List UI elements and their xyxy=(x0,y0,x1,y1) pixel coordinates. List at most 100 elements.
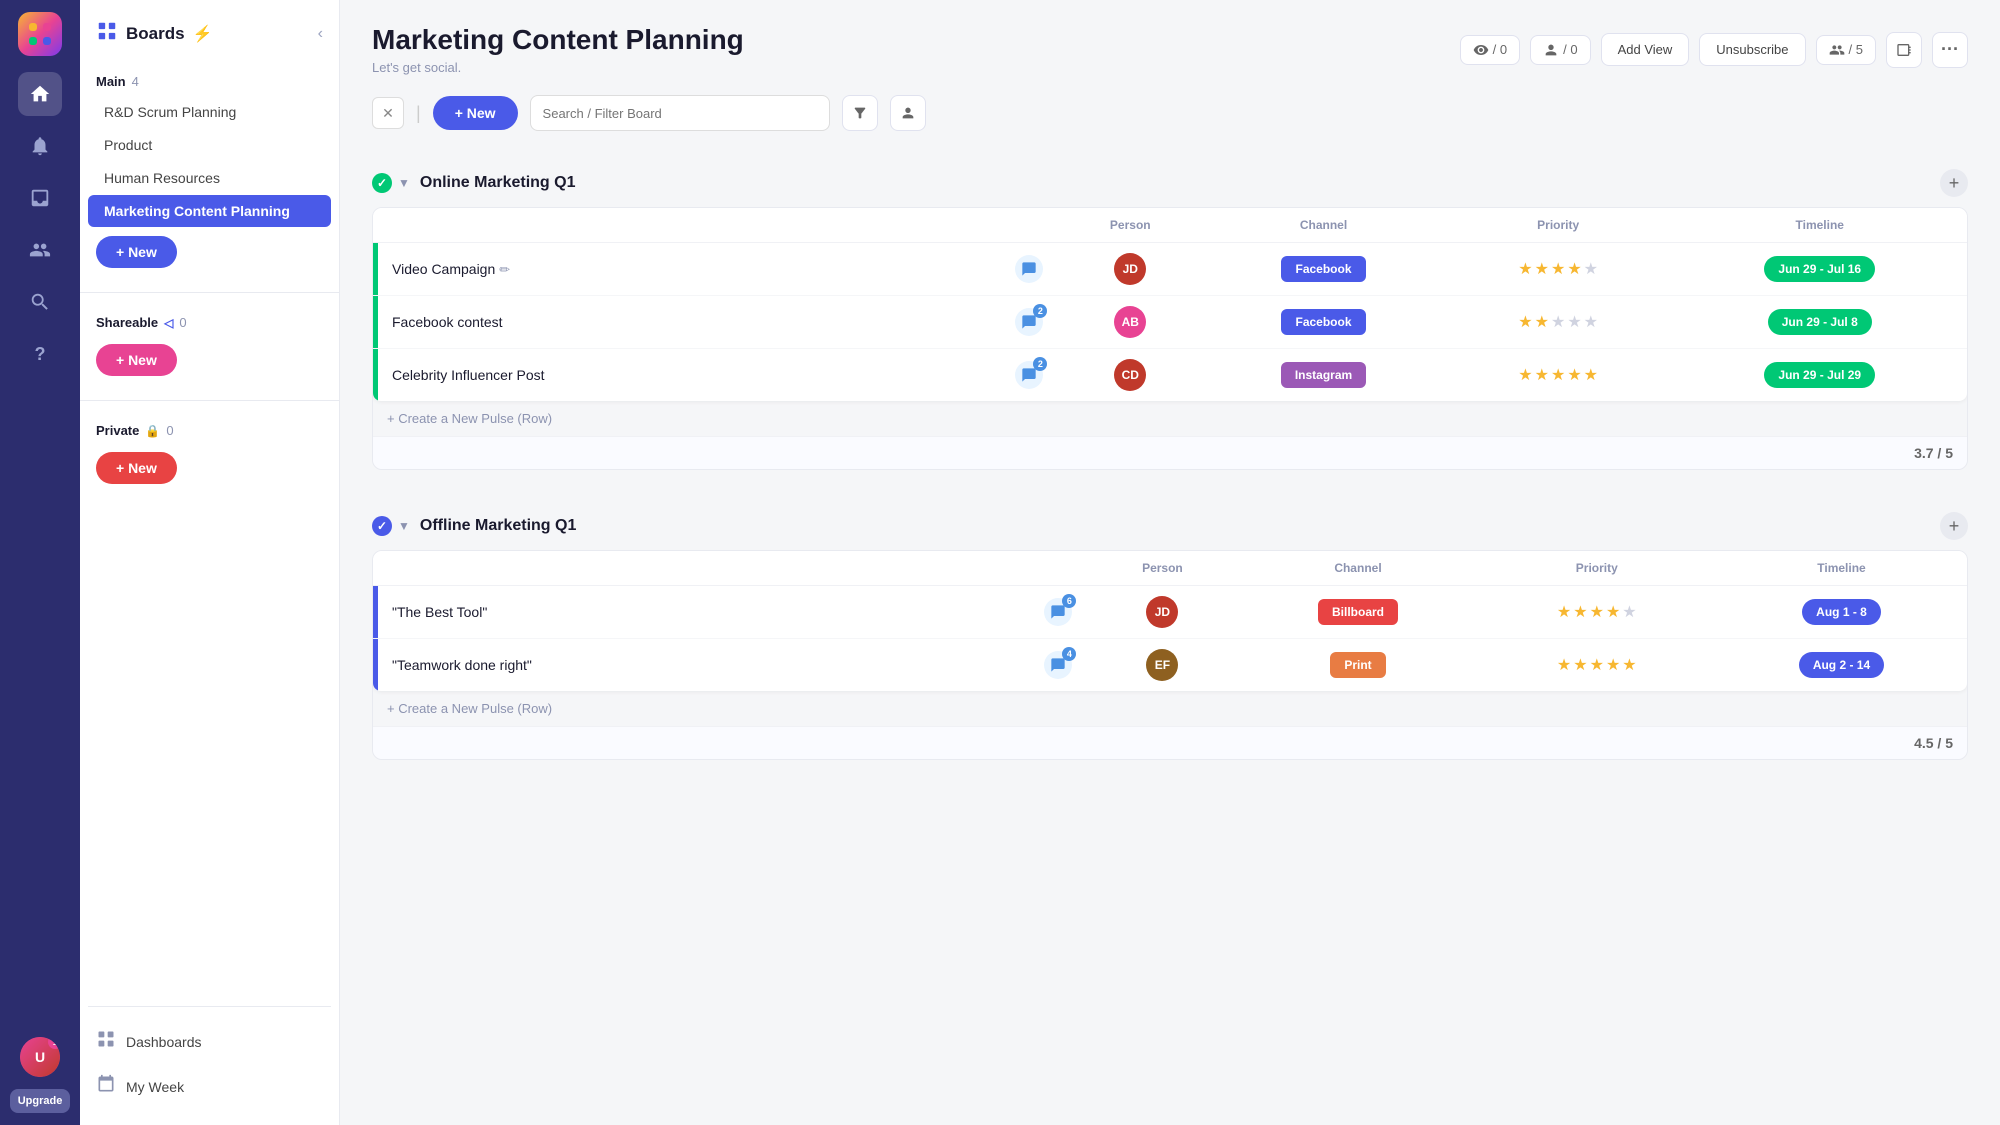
nav-bar: ? U 1 Upgrade xyxy=(0,0,80,1125)
nav-inbox[interactable] xyxy=(18,176,62,220)
eye-count-btn[interactable]: / 0 xyxy=(1460,35,1520,65)
col-header-channel: Channel xyxy=(1238,551,1477,586)
row-channel-cell: Billboard xyxy=(1238,586,1477,639)
chat-badge: 2 xyxy=(1033,357,1047,371)
sidebar-item-rnd[interactable]: R&D Scrum Planning xyxy=(88,96,331,128)
group-chevron-offline[interactable]: ▼ xyxy=(398,519,410,533)
table-row-1-0[interactable]: "The Best Tool" 6 JD Billboard xyxy=(373,586,1967,639)
row-person-cell: JD xyxy=(1086,586,1238,639)
table-row-0-0[interactable]: Video Campaign✏ JD Facebook xyxy=(373,243,1967,296)
table-row-0-2[interactable]: Celebrity Influencer Post 2 CD Instagram xyxy=(373,349,1967,402)
col-header-person: Person xyxy=(1057,208,1203,243)
section-shareable-header: Shareable ◁ 0 xyxy=(80,309,339,336)
row-label-cell: "Teamwork done right" 4 xyxy=(378,639,1086,692)
star-1-0-1: ★ xyxy=(1573,602,1587,622)
star-1-1-0: ★ xyxy=(1557,655,1571,675)
star-1-1-1: ★ xyxy=(1573,655,1587,675)
chat-icon[interactable]: 2 xyxy=(1015,308,1043,336)
row-label-cell: Video Campaign✏ xyxy=(378,243,1057,296)
star-0-0-2: ★ xyxy=(1551,259,1565,279)
app-logo[interactable] xyxy=(18,12,62,56)
create-row-offline[interactable]: + Create a New Pulse (Row) xyxy=(373,691,1967,726)
sidebar-bottom: Dashboards My Week xyxy=(80,994,339,1109)
new-main-button[interactable]: + New xyxy=(96,236,177,268)
star-0-2-1: ★ xyxy=(1535,365,1549,385)
row-avatar: AB xyxy=(1114,306,1146,338)
chat-icon[interactable]: 2 xyxy=(1015,361,1043,389)
sidebar-title: Boards xyxy=(126,24,185,44)
table-row-1-1[interactable]: "Teamwork done right" 4 EF Print xyxy=(373,639,1967,692)
col-header-timeline: Timeline xyxy=(1673,208,1968,243)
timeline-badge: Aug 2 - 14 xyxy=(1799,652,1884,678)
page-subtitle: Let's get social. xyxy=(372,60,744,75)
nav-help[interactable]: ? xyxy=(18,332,62,376)
row-channel-cell: Instagram xyxy=(1203,349,1444,402)
add-view-button[interactable]: Add View xyxy=(1601,33,1690,66)
row-label: "Teamwork done right" xyxy=(392,657,532,673)
sidebar-header: Boards ⚡ ‹ xyxy=(80,16,339,64)
row-label-cell: "The Best Tool" 6 xyxy=(378,586,1086,639)
new-shareable-button[interactable]: + New xyxy=(96,344,177,376)
sidebar-collapse-button[interactable]: ‹ xyxy=(318,25,323,43)
section-main-header: Main 4 xyxy=(80,68,339,95)
star-1-0-3: ★ xyxy=(1606,602,1620,622)
sidebar-item-marketing[interactable]: Marketing Content Planning xyxy=(88,195,331,227)
main-content: Marketing Content Planning Let's get soc… xyxy=(340,0,2000,1125)
chat-badge: 6 xyxy=(1062,594,1076,608)
row-priority-cell: ★★★★★ xyxy=(1444,243,1673,296)
more-options-button[interactable]: ··· xyxy=(1932,32,1968,68)
person-count-btn[interactable]: / 0 xyxy=(1530,35,1590,65)
dashboards-icon xyxy=(96,1029,116,1054)
channel-badge: Print xyxy=(1330,652,1385,678)
star-1-0-2: ★ xyxy=(1590,602,1604,622)
table-row-0-1[interactable]: Facebook contest 2 AB Facebook xyxy=(373,296,1967,349)
add-new-button[interactable]: + New xyxy=(433,96,518,130)
new-private-button[interactable]: + New xyxy=(96,452,177,484)
channel-badge: Facebook xyxy=(1281,309,1365,335)
chat-icon[interactable]: 4 xyxy=(1044,651,1072,679)
sidebar-section-private: Private 🔒 0 + New xyxy=(80,413,339,496)
row-person-cell: AB xyxy=(1057,296,1203,349)
chat-icon[interactable]: 6 xyxy=(1044,598,1072,626)
group-chevron-online[interactable]: ▼ xyxy=(398,176,410,190)
lightning-icon: ⚡ xyxy=(193,24,213,44)
group-add-btn-offline[interactable]: + xyxy=(1940,512,1968,540)
activity-icon-btn[interactable] xyxy=(1886,32,1922,68)
groups-container: ✓ ▼ Online Marketing Q1 + Person Channel… xyxy=(372,159,1968,760)
star-1-1-2: ★ xyxy=(1590,655,1604,675)
page-header: Marketing Content Planning Let's get soc… xyxy=(372,24,1968,75)
chat-icon[interactable] xyxy=(1015,255,1043,283)
col-header-priority: Priority xyxy=(1444,208,1673,243)
page-title-area: Marketing Content Planning Let's get soc… xyxy=(372,24,744,75)
search-input[interactable] xyxy=(530,95,830,131)
members-button[interactable]: / 5 xyxy=(1816,35,1876,65)
filter-icon-btn[interactable] xyxy=(842,95,878,131)
sidebar-dashboards[interactable]: Dashboards xyxy=(88,1019,331,1064)
sidebar: Boards ⚡ ‹ Main 4 R&D Scrum Planning Pro… xyxy=(80,0,340,1125)
nav-bell[interactable] xyxy=(18,124,62,168)
group-table-wrapper-offline: Person Channel Priority Timeline "The Be… xyxy=(372,550,1968,760)
close-filter-button[interactable]: ✕ xyxy=(372,97,404,129)
star-0-0-4: ★ xyxy=(1584,259,1598,279)
group-add-btn-online[interactable]: + xyxy=(1940,169,1968,197)
rating-summary-offline: 4.5 / 5 xyxy=(373,726,1967,759)
nav-search[interactable] xyxy=(18,280,62,324)
unsubscribe-button[interactable]: Unsubscribe xyxy=(1699,33,1805,66)
star-0-2-3: ★ xyxy=(1567,365,1581,385)
stars-container: ★★★★★ xyxy=(1458,365,1659,385)
user-avatar[interactable]: U 1 xyxy=(20,1037,60,1077)
star-0-0-3: ★ xyxy=(1567,259,1581,279)
sidebar-myweek[interactable]: My Week xyxy=(88,1064,331,1109)
upgrade-button[interactable]: Upgrade xyxy=(10,1089,71,1113)
sidebar-item-hr[interactable]: Human Resources xyxy=(88,162,331,194)
edit-icon[interactable]: ✏ xyxy=(499,262,510,277)
nav-people[interactable] xyxy=(18,228,62,272)
create-row-online[interactable]: + Create a New Pulse (Row) xyxy=(373,401,1967,436)
sidebar-item-product[interactable]: Product xyxy=(88,129,331,161)
star-0-0-0: ★ xyxy=(1518,259,1532,279)
row-timeline-cell: Jun 29 - Jul 29 xyxy=(1673,349,1968,402)
nav-home[interactable] xyxy=(18,72,62,116)
star-0-2-0: ★ xyxy=(1518,365,1532,385)
group-title-offline: Offline Marketing Q1 xyxy=(420,517,576,535)
person-filter-btn[interactable] xyxy=(890,95,926,131)
